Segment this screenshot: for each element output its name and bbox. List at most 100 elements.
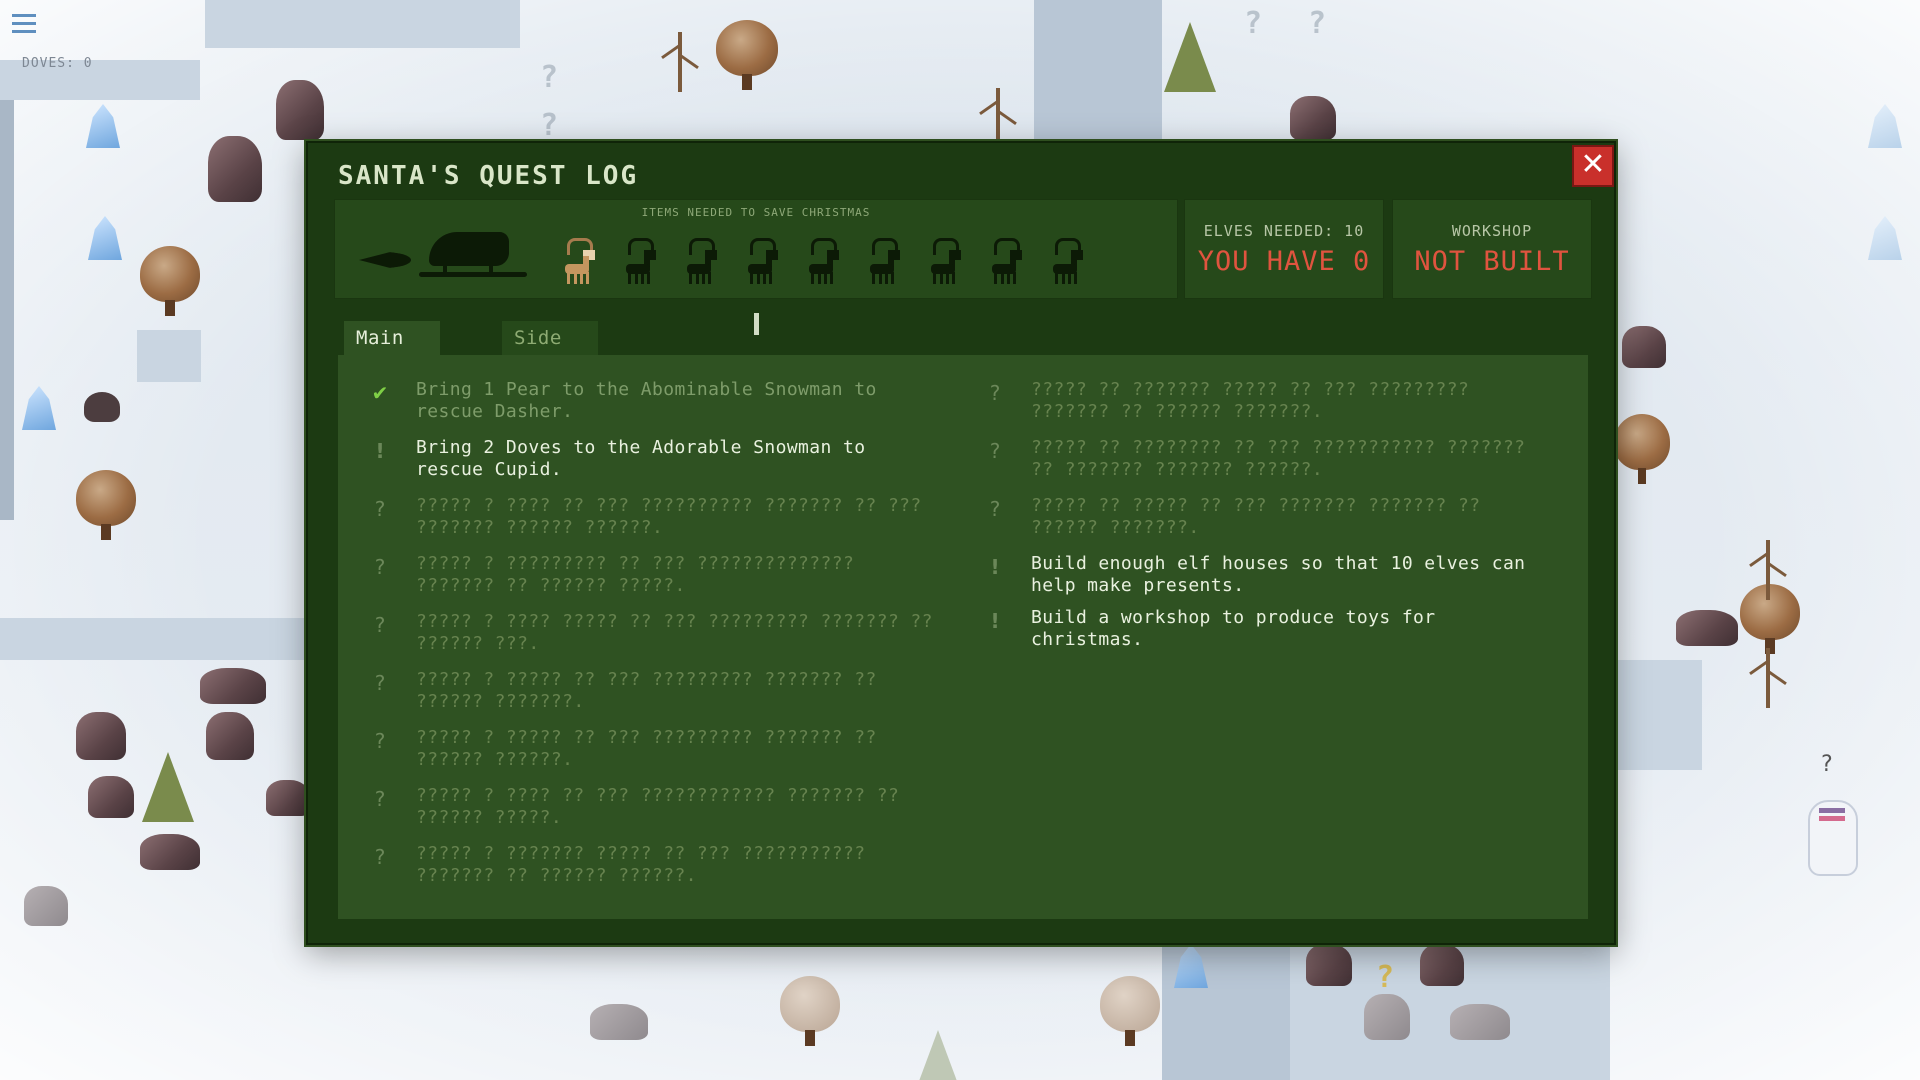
snowy-tree [716,20,778,90]
reindeer-icon-missing [929,238,969,284]
quest-text: ????? ? ???? ????? ?? ??? ????????? ????… [416,611,933,654]
comet-icon [359,252,411,268]
question-icon: ? [989,381,1001,405]
rock [1622,326,1666,368]
quest-text: Bring 1 Pear to the Abominable Snowman t… [416,379,877,422]
reindeer-icon-missing [990,238,1030,284]
tab-side-quests[interactable]: Side Quests [502,321,598,383]
ice-patch [0,618,306,660]
ice-patch [205,0,520,48]
text-cursor [754,313,759,335]
quest-text: ????? ? ????? ?? ??? ????????? ??????? ?… [416,727,877,770]
workshop-value: NOT BUILT [1414,246,1570,277]
unknown-marker: ? [1308,6,1327,41]
items-needed-title: ITEMS NEEDED TO SAVE CHRISTMAS [641,206,871,219]
bare-tree [1766,540,1770,600]
rock [200,668,266,704]
reindeer-icon-missing [624,238,664,284]
quest-text: Build enough elf houses so that 10 elves… [1031,553,1526,596]
workshop-status-box: WORKSHOP NOT BUILT [1392,199,1592,299]
question-icon: ? [989,497,1001,521]
items-needed-box: ITEMS NEEDED TO SAVE CHRISTMAS [334,199,1178,299]
quest-list: ✔ Bring 1 Pear to the Abominable Snowman … [338,355,1588,919]
elves-have-value: YOU HAVE 0 [1197,246,1371,277]
snowy-tree [140,246,200,316]
ice-patch [1034,0,1162,140]
unknown-marker: ? [540,108,559,143]
rock [590,1004,648,1040]
elves-status-box: ELVES NEEDED: 10 YOU HAVE 0 [1184,199,1384,299]
snowy-tree [1740,584,1800,654]
rock [1450,1004,1510,1040]
rock [206,712,254,760]
question-icon: ? [374,845,386,869]
elves-needed-label: ELVES NEEDED: 10 [1203,222,1365,240]
reindeer-icon-missing [685,238,725,284]
rock [1364,994,1410,1040]
rock [208,136,262,202]
pine-tree [142,752,194,822]
quest-text: ????? ? ???? ?? ??? ???????????? ???????… [416,785,900,828]
quest-text: ????? ? ??????? ????? ?? ??? ???????????… [416,843,866,886]
quest-log-panel: SANTA'S QUEST LOG ✕ ITEMS NEEDED TO SAVE… [306,141,1616,945]
rock [24,886,68,926]
quest-text: ????? ? ????????? ?? ??? ?????????????? … [416,553,855,596]
hint-marker: ? [1820,752,1834,777]
question-icon: ? [989,439,1001,463]
menu-icon[interactable] [12,14,36,34]
tab-main-quests[interactable]: Main Quests [344,321,440,383]
ice-crystal [22,386,56,430]
pine-tree [912,1030,964,1080]
question-icon: ? [374,787,386,811]
mammoth-sprite [84,392,120,422]
reindeer-icon-missing [807,238,847,284]
quest-text: Bring 2 Doves to the Adorable Snowman to… [416,437,866,480]
rock [276,80,324,140]
workshop-label: WORKSHOP [1451,222,1533,240]
rock [1290,96,1336,140]
question-icon: ? [374,497,386,521]
quest-text: ????? ? ????? ?? ??? ????????? ??????? ?… [416,669,877,712]
cliff-edge [0,100,14,520]
close-button[interactable]: ✕ [1572,145,1614,187]
bare-tree [996,88,1000,148]
exclamation-icon: ! [990,555,1000,579]
ice-patch [137,330,201,382]
pine-tree [1164,22,1216,92]
snowy-tree [1100,976,1160,1046]
ice-crystal [1868,216,1902,260]
quest-text: ????? ?? ??????? ????? ?? ??? ????????? … [1031,379,1470,422]
adorable-snowman-sprite[interactable] [1808,800,1858,876]
reindeer-icon-missing [746,238,786,284]
unknown-marker: ? [1376,960,1395,995]
reindeer-icon-missing [1051,238,1091,284]
unknown-marker: ? [540,60,559,95]
reindeer-icon-found [563,238,603,284]
rock [140,834,200,870]
rock [266,780,310,816]
ice-patch [1612,660,1702,770]
ice-crystal [1868,104,1902,148]
rock [76,712,126,760]
bare-tree [1766,648,1770,708]
quest-text: ????? ?? ???????? ?? ??? ??????????? ???… [1031,437,1526,480]
bare-tree [678,32,682,92]
rock [1306,944,1352,986]
ice-crystal [86,104,120,148]
rock [1420,944,1464,986]
exclamation-icon: ! [990,609,1000,633]
snowy-tree [780,976,840,1046]
rock [88,776,134,818]
question-icon: ? [374,729,386,753]
question-icon: ? [374,671,386,695]
question-icon: ? [374,613,386,637]
unknown-marker: ? [1244,6,1263,41]
checkmark-icon: ✔ [371,381,389,405]
exclamation-icon: ! [375,439,385,463]
quest-text: ????? ? ???? ?? ??? ?????????? ??????? ?… [416,495,922,538]
quest-text: Build a workshop to produce toys for chr… [1031,607,1436,650]
panel-title: SANTA'S QUEST LOG [338,161,639,191]
snowy-tree [1614,414,1670,484]
snowy-tree [76,470,136,540]
sleigh-row [359,220,1159,292]
